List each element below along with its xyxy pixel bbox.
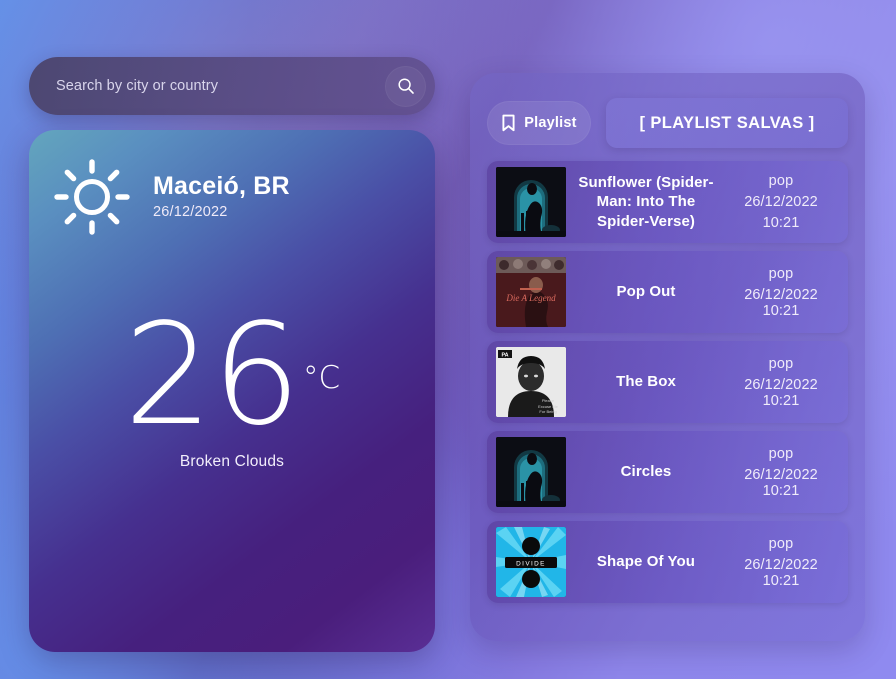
bookmark-icon [502,114,515,132]
track-genre: pop [768,173,794,189]
track-row[interactable]: Sunflower (Spider-Man: Into The Spider-V… [487,161,848,243]
track-date: 26/12/2022 [744,556,818,573]
track-date: 26/12/2022 [744,466,818,483]
saved-playlists-button[interactable]: [ PLAYLIST SALVAS ] [606,98,848,148]
weather-header: Maceió, BR 26/12/2022 [29,130,435,236]
track-row[interactable]: PA Please Excuse Me For Being The Box po… [487,341,848,423]
weather-description: Broken Clouds [179,453,285,471]
track-timestamp: 10:21 [762,215,800,231]
track-datetime: 26/12/2022 10:21 [726,287,836,319]
playlist-panel: Playlist [ PLAYLIST SALVAS ] Sunflower (… [470,73,865,641]
track-date: 26/12/2022 [744,376,818,393]
sun-icon [54,159,130,235]
search-input[interactable] [56,78,385,94]
track-meta: pop 26/12/2022 10:21 [726,536,836,589]
the-box-cover: PA Please Excuse Me For Being [496,347,566,417]
pop-out-cover: Die A Legend [496,257,566,327]
svg-text:Please: Please [542,398,555,403]
track-list: Sunflower (Spider-Man: Into The Spider-V… [487,161,848,603]
weather-location-block: Maceió, BR 26/12/2022 [153,172,290,220]
search-button[interactable] [385,65,426,107]
track-title: Pop Out [616,283,676,301]
track-date: 26/12/2022 [744,286,818,303]
playlist-tab[interactable]: Playlist [487,101,591,145]
search-bar[interactable] [29,57,435,115]
search-icon [397,78,414,94]
circles-cover [496,437,566,507]
track-genre: pop [768,265,794,282]
track-genre: pop [768,445,794,462]
track-title: Circles [620,463,672,481]
weather-card: Maceió, BR 26/12/2022 26 °C Broken Cloud… [29,130,435,652]
track-meta: pop 26/12/2022 10:21 [726,356,836,409]
track-genre: pop [768,535,794,552]
temperature-unit: °C [303,360,341,396]
track-datetime: 26/12/2022 10:21 [726,467,836,499]
track-genre: pop [768,355,794,372]
svg-text:For Being: For Being [539,409,556,414]
track-timestamp: 10:21 [762,392,800,409]
track-timestamp: 10:21 [762,482,800,499]
track-title: Sunflower (Spider-Man: Into The Spider-V… [578,174,714,230]
svg-text:Die A Legend: Die A Legend [505,293,556,303]
track-meta: pop 26/12/2022 10:21 [726,266,836,319]
playlist-tab-label: Playlist [524,115,577,131]
playlist-header: Playlist [ PLAYLIST SALVAS ] [487,98,848,148]
track-meta: pop 26/12/2022 10:21 [726,446,836,499]
track-timestamp: 10:21 [762,302,800,319]
track-title: Shape Of You [596,553,696,571]
track-row[interactable]: DIVIDE Shape Of You pop 26/12/2022 10:21 [487,521,848,603]
weather-date: 26/12/2022 [153,203,228,220]
svg-text:DIVIDE: DIVIDE [516,560,546,567]
city-name: Maceió, BR [153,172,290,201]
svg-text:PA: PA [501,353,508,359]
shape-of-you-cover: DIVIDE [496,527,566,597]
track-row[interactable]: Circles pop 26/12/2022 10:21 [487,431,848,513]
track-meta: pop 26/12/2022 10:21 [726,173,836,231]
track-datetime: 26/12/2022 10:21 [726,377,836,409]
track-datetime: 26/12/2022 10:21 [726,557,836,589]
sunflower-cover [496,167,566,237]
track-date: 26/12/2022 [744,194,818,210]
track-timestamp: 10:21 [762,572,800,589]
track-title: The Box [616,373,676,391]
track-row[interactable]: Die A Legend Pop Out pop 26/12/2022 10:2… [487,251,848,333]
temperature-value: 26 [123,294,301,457]
temperature-display: 26 °C [29,294,435,457]
